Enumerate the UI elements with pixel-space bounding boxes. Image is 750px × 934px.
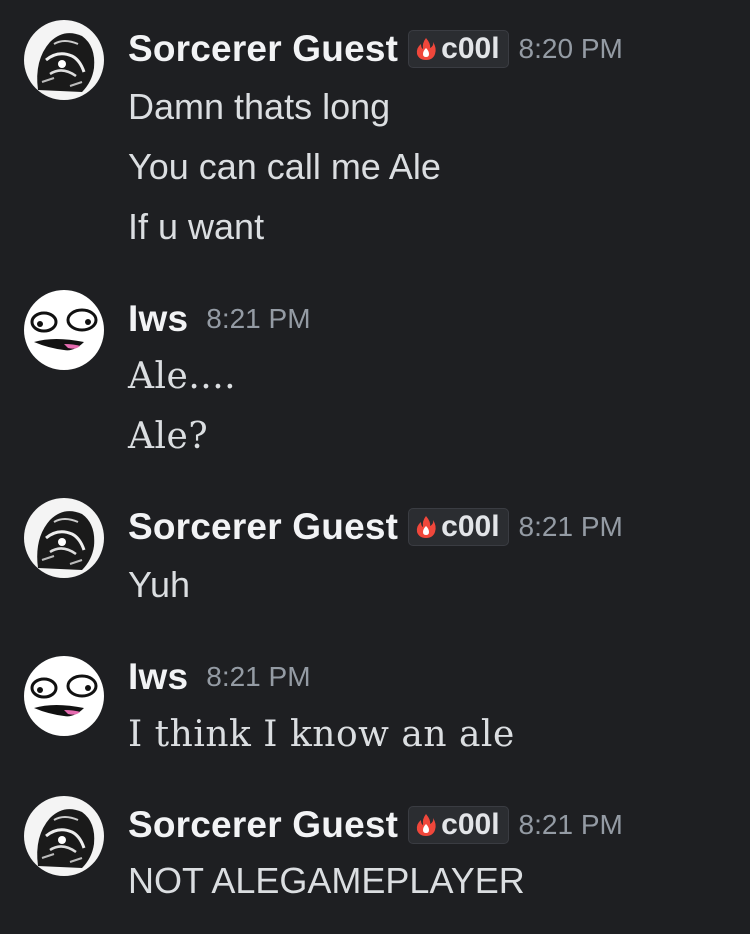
avatar[interactable] [24, 656, 104, 736]
avatar[interactable] [24, 20, 104, 100]
timestamp[interactable]: 8:21 PM [519, 511, 623, 543]
username[interactable]: Sorcerer Guest [128, 506, 398, 548]
username[interactable]: Iws [128, 298, 188, 340]
guild-tag-label: c00l [441, 808, 500, 841]
user-avatar-sorcerer [24, 796, 104, 876]
message-text: If u want [128, 206, 265, 247]
guild-tag-label: c00l [441, 32, 500, 65]
timestamp[interactable]: 8:21 PM [206, 303, 310, 335]
message-header: Sorcerer Guest c00l 8:20 PM [128, 28, 623, 70]
guild-tag[interactable]: c00l [408, 30, 509, 68]
message-text: You can call me Ale [128, 146, 441, 187]
flame-icon [416, 38, 436, 60]
timestamp[interactable]: 8:20 PM [519, 33, 623, 65]
message-text: Ale? [128, 416, 209, 457]
message-header: Sorcerer Guest c00l 8:21 PM [128, 804, 623, 846]
avatar[interactable] [24, 290, 104, 370]
guild-tag[interactable]: c00l [408, 806, 509, 844]
avatar[interactable] [24, 796, 104, 876]
message-header: Iws 8:21 PM [128, 656, 311, 698]
message-text: I think I know an ale [128, 714, 515, 755]
message-header: Iws 8:21 PM [128, 298, 311, 340]
guild-tag[interactable]: c00l [408, 508, 509, 546]
username[interactable]: Iws [128, 656, 188, 698]
user-avatar-sorcerer [24, 498, 104, 578]
guild-tag-label: c00l [441, 510, 500, 543]
message-text: Damn thats long [128, 86, 391, 127]
timestamp[interactable]: 8:21 PM [519, 809, 623, 841]
flame-icon [416, 814, 436, 836]
message-text: Ale.... [128, 356, 237, 397]
username[interactable]: Sorcerer Guest [128, 28, 398, 70]
user-avatar-sorcerer [24, 20, 104, 100]
message-header: Sorcerer Guest c00l 8:21 PM [128, 506, 623, 548]
flame-icon [416, 516, 436, 538]
message-text: NOT ALEGAMEPLAYER [128, 860, 525, 901]
avatar[interactable] [24, 498, 104, 578]
user-avatar-iws [24, 290, 104, 370]
timestamp[interactable]: 8:21 PM [206, 661, 310, 693]
message-text: Yuh [128, 564, 191, 605]
username[interactable]: Sorcerer Guest [128, 804, 398, 846]
user-avatar-iws [24, 656, 104, 736]
